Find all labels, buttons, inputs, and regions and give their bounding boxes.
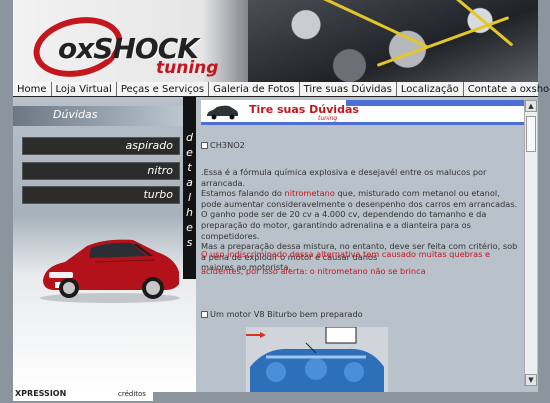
credits-link[interactable]: créditos (118, 390, 146, 398)
scroll-down-arrow-icon[interactable]: ▼ (525, 374, 537, 386)
vertical-letter: d (186, 131, 193, 144)
engine-photo (248, 0, 538, 82)
image-caption-text: Um motor V8 Biturbo bem preparado (210, 309, 363, 319)
vertical-letter: e (186, 146, 193, 159)
nav-loja-virtual[interactable]: Loja Virtual (52, 82, 117, 96)
xpression-logo[interactable]: XPRESSION (15, 389, 66, 398)
nitrometano-highlight: nitrometano (284, 188, 335, 199)
nav-contato[interactable]: Contate a oxshock (464, 82, 550, 96)
article-heading: CH3NO2 (201, 140, 245, 151)
article-heading-text: CH3NO2 (210, 140, 245, 150)
nav-pecas-servicos[interactable]: Peças e Serviços (117, 82, 210, 96)
vertical-letter: l (187, 191, 192, 204)
banner-blue-strip (346, 100, 524, 106)
banner-car-icon (207, 105, 238, 120)
bullet-icon (201, 311, 208, 318)
content-scrollbar[interactable]: ▲ ▼ (524, 100, 537, 386)
article-body: CH3NO2 .Essa é a fórmula química explosi… (201, 140, 524, 392)
nav-tire-duvidas[interactable]: Tire suas Dúvidas (300, 82, 397, 96)
scroll-thumb[interactable] (526, 116, 536, 152)
nav-localizacao[interactable]: Localização (397, 82, 464, 96)
main-navigation: Home Loja Virtual Peças e Serviços Galer… (13, 82, 550, 97)
main-content: Tire suas Dúvidas tuning CH3NO2 .Essa é … (196, 97, 538, 392)
warning-text: O uso indiscriminado dessa alternativa t… (201, 249, 491, 276)
sidebar-title-bar (13, 106, 196, 126)
image-caption: Um motor V8 Biturbo bem preparado (201, 309, 363, 320)
vertical-letter: a (186, 176, 193, 189)
section-banner: Tire suas Dúvidas tuning (201, 100, 524, 125)
sidebar-item-nitro[interactable]: nitro (22, 162, 180, 180)
article-body-text: Estamos falando do nitrometano que, mist… (201, 188, 519, 241)
xpression-footer: XPRESSION créditos (13, 389, 153, 401)
page-frame: oxSHOCK tuning Home Loja Virtual Peças e… (0, 0, 550, 403)
banner-title: Tire suas Dúvidas (249, 103, 359, 116)
nav-galeria-fotos[interactable]: Galeria de Fotos (209, 82, 300, 96)
vertical-letter: s (186, 236, 193, 249)
banner-subtitle: tuning (318, 115, 338, 122)
sidebar-item-turbo[interactable]: turbo (22, 186, 180, 204)
bullet-icon (201, 142, 208, 149)
nav-home[interactable]: Home (13, 82, 52, 96)
vertical-letter: t (187, 161, 192, 174)
scroll-up-arrow-icon[interactable]: ▲ (525, 100, 537, 112)
sidebar-title: Dúvidas (53, 108, 98, 121)
logo-tagline: tuning (156, 58, 219, 78)
v8-engine-image (246, 327, 388, 392)
vertical-letter: e (186, 221, 193, 234)
article-intro: .Essa é a fórmula química explosiva e de… (201, 167, 487, 188)
article-text-a: Estamos falando do (201, 188, 285, 199)
vertical-letter: h (186, 206, 193, 219)
header-banner: oxSHOCK tuning (13, 0, 538, 82)
red-car-image (40, 239, 180, 303)
sidebar-item-aspirado[interactable]: aspirado (22, 137, 180, 155)
